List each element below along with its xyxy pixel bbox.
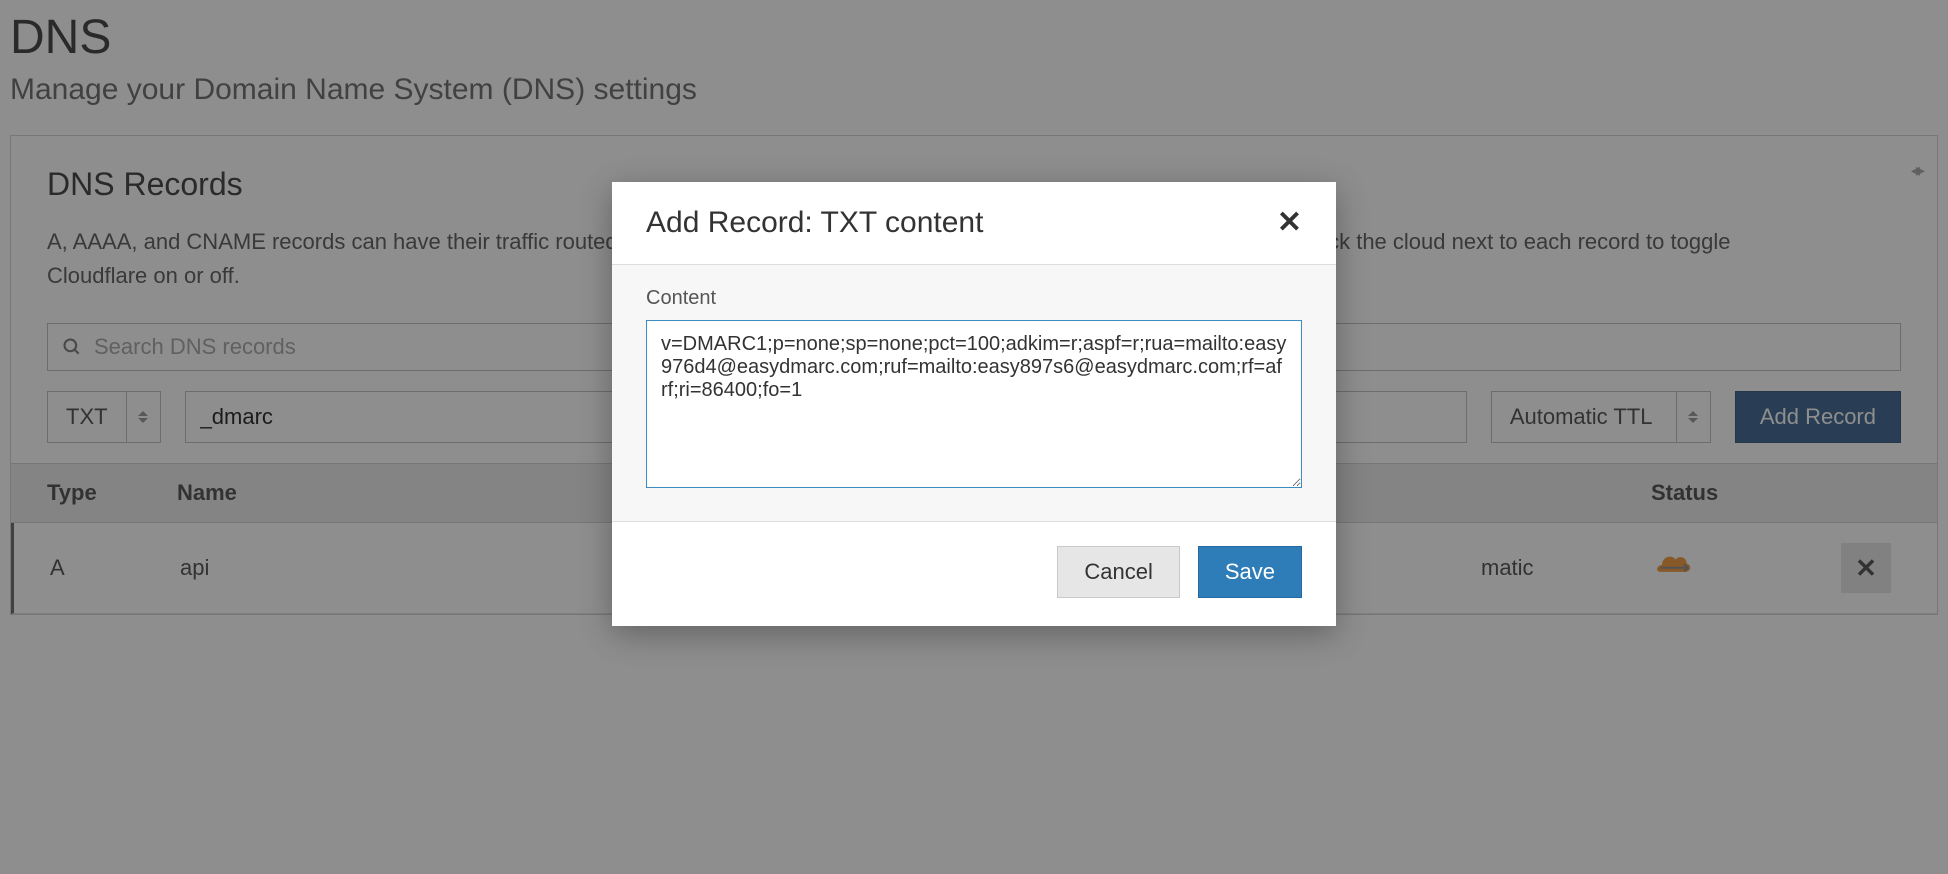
txt-content-input[interactable] xyxy=(646,320,1302,488)
save-button[interactable]: Save xyxy=(1198,546,1302,598)
modal-close-button[interactable]: ✕ xyxy=(1277,208,1302,238)
cancel-button[interactable]: Cancel xyxy=(1057,546,1179,598)
content-label: Content xyxy=(646,287,1302,310)
add-record-modal: Add Record: TXT content ✕ Content Cancel… xyxy=(612,182,1336,626)
modal-title: Add Record: TXT content xyxy=(646,206,983,240)
close-icon: ✕ xyxy=(1277,206,1302,239)
modal-overlay: Add Record: TXT content ✕ Content Cancel… xyxy=(0,0,1948,874)
